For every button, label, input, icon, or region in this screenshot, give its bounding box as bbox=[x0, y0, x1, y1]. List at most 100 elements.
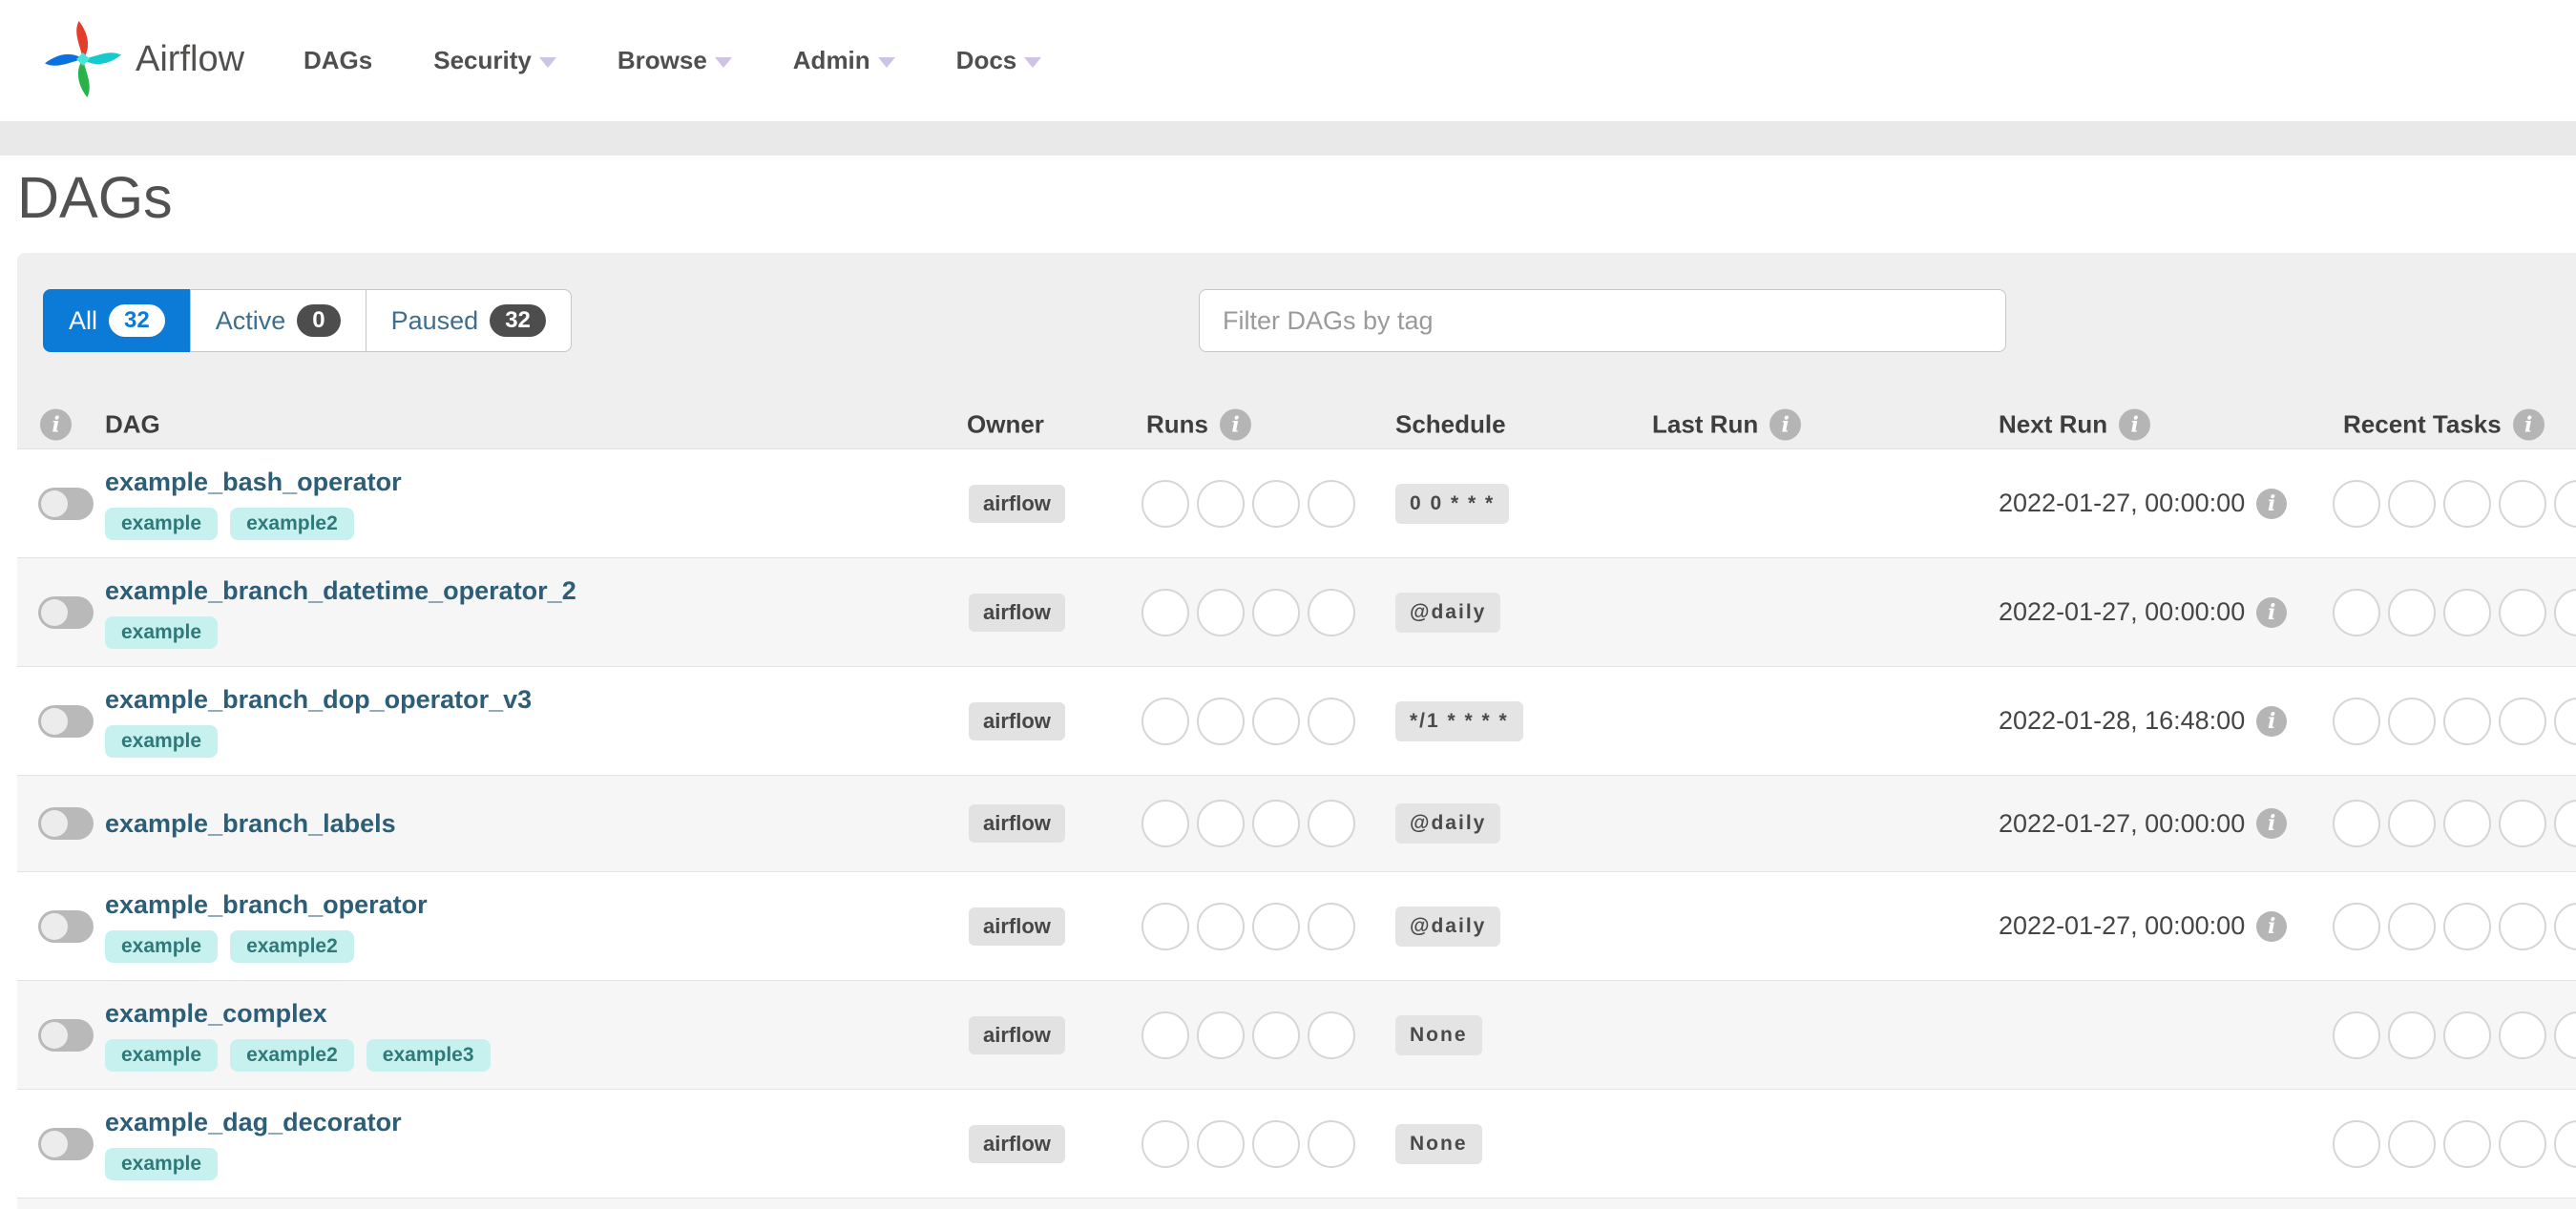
task-status-circle bbox=[2554, 902, 2576, 950]
recent-tasks-circles bbox=[2333, 479, 2576, 528]
task-status-circle bbox=[2554, 588, 2576, 636]
dag-name-link[interactable]: example_branch_datetime_operator_2 bbox=[105, 576, 576, 606]
column-header-runs[interactable]: Runs i bbox=[1146, 408, 1251, 441]
dag-name-link[interactable]: example_branch_labels bbox=[105, 809, 396, 839]
dag-row: example_branch_labels airflow @daily 202… bbox=[17, 775, 2576, 871]
dag-tag[interactable]: example bbox=[105, 1038, 219, 1072]
nav-item-browse[interactable]: Browse bbox=[618, 46, 732, 75]
nav-item-security[interactable]: Security bbox=[433, 46, 556, 75]
schedule-badge: None bbox=[1395, 1123, 1482, 1164]
dag-pause-toggle[interactable] bbox=[38, 1127, 94, 1160]
nav-item-label: Admin bbox=[792, 46, 870, 74]
run-status-circle bbox=[1308, 588, 1355, 636]
dag-tag[interactable]: example2 bbox=[230, 1038, 354, 1072]
task-status-circle bbox=[2499, 697, 2546, 745]
task-status-circle bbox=[2333, 697, 2380, 745]
task-status-circle bbox=[2333, 902, 2380, 950]
recent-tasks-circles bbox=[2333, 902, 2576, 950]
column-header-recent-tasks[interactable]: Recent Tasks i bbox=[2343, 408, 2545, 441]
run-status-circle bbox=[1197, 479, 1245, 528]
run-status-circle bbox=[1252, 902, 1300, 950]
task-status-circle bbox=[2443, 800, 2491, 847]
dag-pause-toggle[interactable] bbox=[38, 487, 94, 520]
dag-tag[interactable]: example bbox=[105, 615, 219, 649]
dag-name-link[interactable]: example_branch_operator bbox=[105, 890, 428, 920]
dag-pause-toggle[interactable] bbox=[38, 595, 94, 629]
dag-name-link[interactable]: example_branch_dop_operator_v3 bbox=[105, 685, 532, 715]
run-status-circle bbox=[1141, 1011, 1189, 1059]
dag-pause-toggle[interactable] bbox=[38, 1018, 94, 1052]
info-icon: i bbox=[1220, 408, 1251, 441]
recent-tasks-circles bbox=[2333, 697, 2576, 745]
task-status-circle bbox=[2499, 1011, 2546, 1059]
column-header-dag[interactable]: DAG bbox=[105, 410, 160, 440]
dag-tag[interactable]: example bbox=[105, 1147, 219, 1180]
nav-item-admin[interactable]: Admin bbox=[793, 46, 895, 75]
column-header-last-run[interactable]: Last Run i bbox=[1652, 408, 1802, 441]
dag-tag[interactable]: example2 bbox=[230, 507, 354, 540]
task-status-circle bbox=[2443, 1011, 2491, 1059]
dag-tag[interactable]: example bbox=[105, 929, 219, 963]
task-status-circle bbox=[2443, 902, 2491, 950]
schedule-badge: @daily bbox=[1395, 803, 1501, 844]
dag-info-icon: i bbox=[40, 408, 72, 441]
dag-tag[interactable]: example3 bbox=[366, 1038, 491, 1072]
run-status-circle bbox=[1141, 902, 1189, 950]
dag-tag[interactable]: example2 bbox=[230, 929, 354, 963]
tab-all-count-badge: 32 bbox=[109, 304, 165, 337]
dag-state-tabs: All 32 Active 0 Paused 32 bbox=[43, 289, 572, 352]
runs-status-circles bbox=[1141, 479, 1355, 528]
chevron-down-icon bbox=[538, 57, 556, 68]
nav-item-dags[interactable]: DAGs bbox=[304, 46, 372, 75]
info-icon: i bbox=[2256, 910, 2288, 942]
owner-badge: airflow bbox=[969, 484, 1065, 523]
dag-pause-toggle[interactable] bbox=[38, 704, 94, 738]
task-status-circle bbox=[2388, 588, 2436, 636]
dag-cell: example_branch_operator example example2 bbox=[105, 872, 428, 980]
filter-dags-by-tag-input[interactable] bbox=[1199, 289, 2006, 352]
run-status-circle bbox=[1252, 697, 1300, 745]
page-title: DAGs bbox=[17, 165, 173, 230]
task-status-circle bbox=[2333, 1011, 2380, 1059]
task-status-circle bbox=[2388, 697, 2436, 745]
run-status-circle bbox=[1197, 588, 1245, 636]
next-run-cell: 2022-01-28, 16:48:00 i bbox=[1999, 705, 2288, 737]
column-header-owner[interactable]: Owner bbox=[967, 410, 1044, 440]
task-status-circle bbox=[2388, 1119, 2436, 1168]
run-status-circle bbox=[1308, 479, 1355, 528]
column-header-next-run[interactable]: Next Run i bbox=[1999, 408, 2151, 441]
tab-all[interactable]: All 32 bbox=[43, 289, 191, 352]
dags-panel: All 32 Active 0 Paused 32 i DAG Owner Ru… bbox=[17, 253, 2576, 1209]
dag-cell: example_dag_decorator example bbox=[105, 1090, 402, 1198]
column-header-schedule[interactable]: Schedule bbox=[1395, 410, 1506, 440]
owner-badge: airflow bbox=[969, 1015, 1065, 1054]
nav-item-docs[interactable]: Docs bbox=[956, 46, 1042, 75]
nav-menu: DAGs Security Browse Admin Docs bbox=[304, 0, 1042, 121]
run-status-circle bbox=[1141, 697, 1189, 745]
run-status-circle bbox=[1197, 800, 1245, 847]
task-status-circle bbox=[2388, 902, 2436, 950]
dag-name-link[interactable]: example_dag_decorator bbox=[105, 1108, 402, 1137]
dag-name-link[interactable]: example_complex bbox=[105, 999, 491, 1029]
tab-active[interactable]: Active 0 bbox=[189, 289, 367, 352]
run-status-circle bbox=[1252, 588, 1300, 636]
dag-cell: example_branch_datetime_operator_2 examp… bbox=[105, 558, 576, 666]
dag-tags: example example2 bbox=[105, 929, 428, 963]
tab-paused[interactable]: Paused 32 bbox=[365, 289, 572, 352]
chevron-down-icon bbox=[714, 57, 732, 68]
table-header: i DAG Owner Runs i Schedule Last Run i Nex… bbox=[17, 401, 2576, 448]
airflow-brand[interactable]: Airflow bbox=[44, 15, 244, 103]
column-label: Runs bbox=[1146, 409, 1208, 439]
dag-pause-toggle[interactable] bbox=[38, 909, 94, 943]
tab-label: Active bbox=[215, 305, 286, 335]
dag-pause-toggle[interactable] bbox=[38, 807, 94, 840]
task-status-circle bbox=[2554, 800, 2576, 847]
run-status-circle bbox=[1197, 902, 1245, 950]
schedule-badge: @daily bbox=[1395, 906, 1501, 947]
dag-tag[interactable]: example bbox=[105, 724, 219, 758]
dag-name-link[interactable]: example_bash_operator bbox=[105, 468, 402, 497]
dag-row: example_complex example example2 example3 … bbox=[17, 980, 2576, 1089]
next-run-date: 2022-01-27, 00:00:00 bbox=[1999, 911, 2246, 940]
dag-cell: example_branch_labels bbox=[105, 776, 396, 871]
dag-tag[interactable]: example bbox=[105, 507, 219, 540]
